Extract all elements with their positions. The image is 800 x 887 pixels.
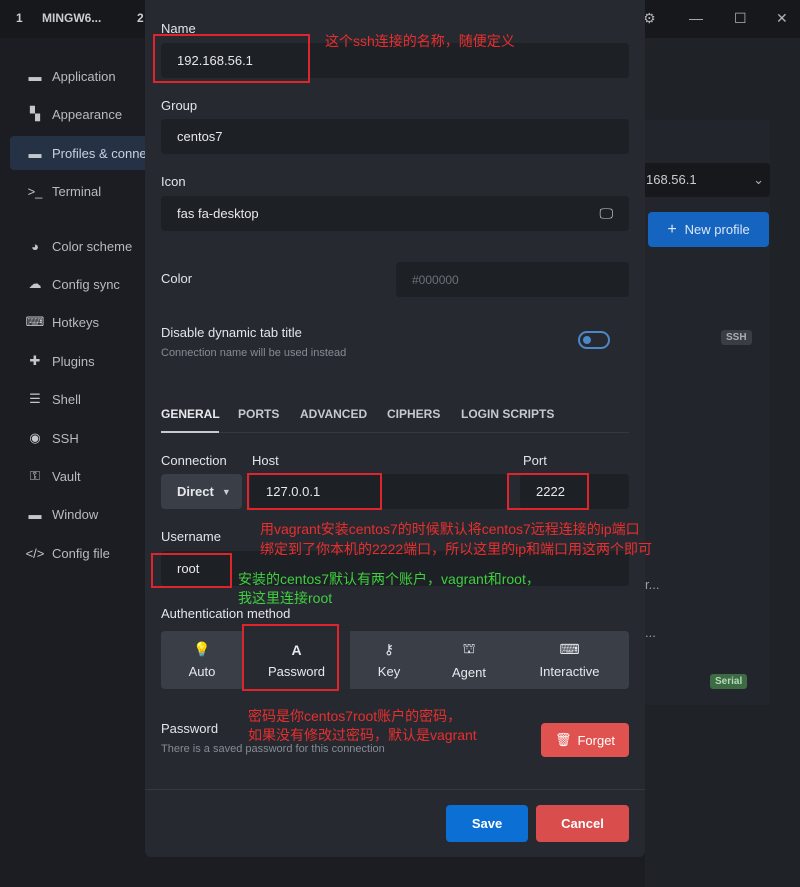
sidebar-item-shell[interactable]: ☰ Shell bbox=[10, 382, 150, 416]
username-label: Username bbox=[161, 529, 221, 544]
paint-icon: ▚ bbox=[30, 106, 40, 121]
sidebar-item-appearance[interactable]: ▚ Appearance bbox=[10, 97, 150, 131]
key-icon: ⚿ bbox=[30, 468, 40, 483]
profiles-panel bbox=[645, 120, 770, 705]
active-tab-indicator bbox=[161, 431, 219, 433]
auth-auto-button[interactable]: 💡 Auto bbox=[161, 631, 243, 689]
sidebar-item-ssh[interactable]: ◉ SSH bbox=[10, 421, 150, 455]
sidebar-item-color-scheme[interactable]: ◕ Color scheme bbox=[10, 229, 150, 263]
maximize-icon[interactable]: ☐ bbox=[734, 10, 747, 27]
annotation-host-note-2: 绑定到了你本机的2222端口，所以这里的ip和端口用这两个即可 bbox=[260, 541, 653, 557]
minimize-icon[interactable]: — bbox=[689, 10, 703, 26]
color-label: Color bbox=[161, 271, 193, 286]
list-icon: ☰ bbox=[29, 391, 41, 406]
password-description: There is a saved password for this conne… bbox=[161, 743, 385, 755]
annotation-host-note-1: 用vagrant安装centos7的时候默认将centos7远程连接的ip端口 bbox=[260, 521, 640, 537]
icon-label: Icon bbox=[161, 174, 186, 189]
save-button[interactable]: Save bbox=[446, 805, 528, 842]
tab-ciphers[interactable]: CIPHERS bbox=[387, 407, 440, 421]
color-input[interactable]: #000000 bbox=[396, 262, 629, 297]
tab-ports[interactable]: PORTS bbox=[238, 407, 279, 421]
profile-ellipsis: ... bbox=[645, 625, 656, 640]
auth-interactive-button[interactable]: ⌨ Interactive bbox=[510, 631, 629, 689]
tab-title[interactable]: MINGW6... bbox=[42, 11, 101, 25]
window-icon: ▬ bbox=[28, 68, 42, 84]
tab-advanced[interactable]: ADVANCED bbox=[300, 407, 367, 421]
connection-select[interactable]: Direct ▼ bbox=[161, 474, 242, 509]
annotation-box-name bbox=[153, 34, 310, 83]
icon-input[interactable]: fas fa-desktop 🖵 bbox=[161, 196, 629, 231]
annotation-box-username bbox=[151, 553, 232, 588]
desktop-icon: 🖵 bbox=[599, 205, 614, 221]
cloud-icon: ☁ bbox=[28, 276, 42, 291]
keyboard-icon: ⌨ bbox=[25, 314, 45, 329]
connection-label: Connection bbox=[161, 453, 227, 468]
cancel-button[interactable]: Cancel bbox=[536, 805, 629, 842]
window-icon: ▬ bbox=[28, 145, 42, 161]
host-label: Host bbox=[252, 453, 279, 468]
auth-key-button[interactable]: ⚷ Key bbox=[350, 631, 428, 689]
plus-icon: + bbox=[667, 220, 677, 238]
puzzle-icon: ✚ bbox=[29, 353, 41, 368]
sidebar-item-config-sync[interactable]: ☁ Config sync bbox=[10, 267, 150, 301]
annotation-box-port bbox=[507, 473, 589, 510]
sidebar-item-plugins[interactable]: ✚ Plugins bbox=[10, 344, 150, 378]
dynamic-title-description: Connection name will be used instead bbox=[161, 347, 347, 359]
sidebar-item-terminal[interactable]: >_ Terminal bbox=[10, 174, 150, 208]
annotation-password-note-2: 如果没有修改过密码，默认是vagrant bbox=[248, 727, 477, 743]
annotation-user-note-1: 安装的centos7默认有两个账户，vagrant和root， bbox=[238, 571, 540, 587]
profile-ellipsis: r... bbox=[645, 577, 660, 592]
new-profile-button[interactable]: + New profile bbox=[648, 212, 769, 247]
sidebar-item-profiles[interactable]: ▬ Profiles & conne bbox=[10, 136, 150, 170]
auth-agent-button[interactable]: ⛫ Agent bbox=[428, 631, 510, 689]
globe-icon: ◉ bbox=[29, 430, 41, 445]
keyboard-icon: ⌨ bbox=[559, 641, 580, 657]
dynamic-title-label: Disable dynamic tab title bbox=[161, 325, 302, 340]
caret-down-icon: ▼ bbox=[221, 486, 231, 497]
sidebar-item-vault[interactable]: ⚿ Vault bbox=[10, 459, 150, 493]
tab-number[interactable]: 1 bbox=[16, 11, 23, 25]
forget-button[interactable]: 🗑 Forget bbox=[541, 723, 629, 757]
sidebar-item-hotkeys[interactable]: ⌨ Hotkeys bbox=[10, 305, 150, 339]
annotation-user-note-2: 我这里连接root bbox=[238, 590, 333, 606]
annotation-box-password bbox=[242, 624, 339, 691]
serial-badge: Serial bbox=[710, 674, 748, 689]
annotation-password-note-1: 密码是你centos7root账户的密码， bbox=[248, 708, 462, 724]
tab-login-scripts[interactable]: LOGIN SCRIPTS bbox=[461, 407, 554, 421]
terminal-icon: >_ bbox=[27, 183, 43, 199]
window-icon: ▬ bbox=[28, 506, 42, 522]
password-label: Password bbox=[161, 721, 219, 736]
tab-general[interactable]: GENERAL bbox=[161, 407, 220, 421]
profile-select[interactable]: 168.56.1 ⌄ bbox=[628, 163, 770, 197]
auth-method-label: Authentication method bbox=[161, 606, 291, 621]
ssh-badge: SSH bbox=[721, 330, 752, 345]
annotation-name-note: 这个ssh连接的名称，随便定义 bbox=[325, 33, 515, 49]
close-icon[interactable]: ✕ bbox=[776, 10, 788, 27]
sidebar-item-application[interactable]: ▬ Application bbox=[10, 59, 150, 93]
dynamic-title-toggle[interactable] bbox=[578, 331, 610, 349]
port-label: Port bbox=[523, 453, 547, 468]
sidebar-item-window[interactable]: ▬ Window bbox=[10, 497, 150, 531]
lightbulb-icon: 💡 bbox=[193, 641, 211, 657]
chevron-down-icon: ⌄ bbox=[753, 172, 764, 187]
annotation-box-host bbox=[247, 473, 382, 510]
group-label: Group bbox=[161, 98, 198, 113]
key-icon: ⚷ bbox=[383, 641, 395, 657]
palette-icon: ◕ bbox=[31, 238, 39, 254]
tab-number-2[interactable]: 2 bbox=[137, 11, 144, 25]
group-input[interactable]: centos7 bbox=[161, 119, 629, 154]
sidebar-item-config-file[interactable]: </> Config file bbox=[10, 536, 150, 570]
code-icon: </> bbox=[25, 545, 45, 561]
trash-icon: 🗑 bbox=[554, 732, 572, 747]
agent-icon: ⛫ bbox=[462, 640, 476, 656]
